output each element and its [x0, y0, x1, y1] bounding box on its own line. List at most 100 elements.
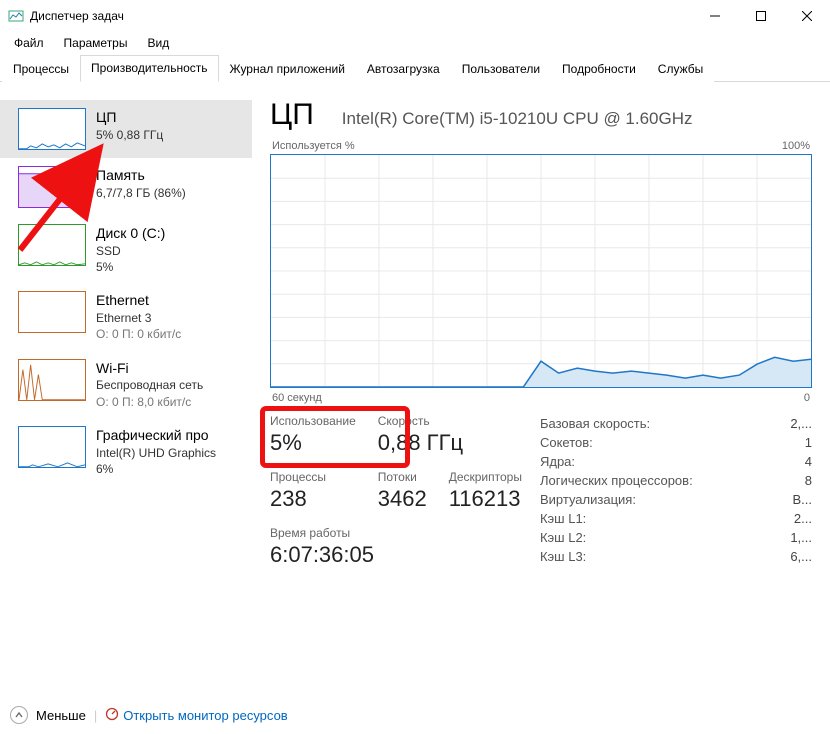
tab-performance[interactable]: Производительность: [80, 55, 218, 82]
tab-startup[interactable]: Автозагрузка: [356, 56, 451, 82]
gpu-title: Графический про: [96, 426, 216, 445]
tab-app-history[interactable]: Журнал приложений: [219, 56, 356, 82]
memory-thumb: [18, 166, 86, 208]
gpu-sub2: 6%: [96, 461, 216, 477]
sidebar-item-wifi[interactable]: Wi-Fi Беспроводная сеть О: 0 П: 8,0 кбит…: [0, 351, 252, 418]
stat-threads: Потоки 3462: [378, 470, 427, 512]
wifi-sub1: Беспроводная сеть: [96, 377, 203, 393]
l3-label: Кэш L3:: [540, 547, 765, 566]
handles-label: Дескрипторы: [449, 470, 522, 484]
fewer-details-button[interactable]: Меньше: [36, 708, 86, 723]
menubar: Файл Параметры Вид: [0, 32, 830, 54]
content-area: ЦП 5% 0,88 ГГц Память 6,7/7,8 ГБ (86%) Д…: [0, 82, 830, 682]
l3-value: 6,...: [765, 547, 812, 566]
cpu-sub: 5% 0,88 ГГц: [96, 127, 163, 143]
chart-label-bottomright: 0: [804, 392, 810, 404]
processes-label: Процессы: [270, 470, 356, 484]
threads-value: 3462: [378, 486, 427, 512]
tab-processes[interactable]: Процессы: [2, 56, 80, 82]
sidebar-item-cpu[interactable]: ЦП 5% 0,88 ГГц: [0, 100, 252, 158]
open-resmon-link[interactable]: Открыть монитор ресурсов: [105, 707, 287, 724]
processes-value: 238: [270, 486, 356, 512]
chart-label-topleft: Используется %: [272, 140, 355, 152]
usage-value: 5%: [270, 430, 356, 456]
cpu-thumb: [18, 108, 86, 150]
sidebar-item-gpu[interactable]: Графический про Intel(R) UHD Graphics 6%: [0, 418, 252, 485]
menu-options[interactable]: Параметры: [56, 34, 136, 52]
disk-sub2: 5%: [96, 259, 165, 275]
disk-thumb: [18, 224, 86, 266]
l1-label: Кэш L1:: [540, 509, 765, 528]
menu-view[interactable]: Вид: [139, 34, 177, 52]
base-speed-value: 2,...: [765, 414, 812, 433]
sidebar-item-ethernet[interactable]: Ethernet Ethernet 3 О: 0 П: 0 кбит/с: [0, 283, 252, 350]
stat-usage: Использование 5%: [270, 414, 356, 456]
uptime-label: Время работы: [270, 526, 522, 540]
l2-label: Кэш L2:: [540, 528, 765, 547]
virt-value: В...: [765, 490, 812, 509]
ethernet-title: Ethernet: [96, 291, 181, 310]
cores-value: 4: [765, 452, 812, 471]
system-info: Базовая скорость:2,... Сокетов:1 Ядра:4 …: [540, 414, 812, 568]
stat-handles: Дескрипторы 116213: [449, 470, 522, 512]
sockets-label: Сокетов:: [540, 433, 765, 452]
tab-users[interactable]: Пользователи: [451, 56, 551, 82]
threads-label: Потоки: [378, 470, 427, 484]
chart-label-topright: 100%: [782, 140, 810, 152]
stats-area: Использование 5% Скорость 0,88 ГГц Проце…: [270, 414, 812, 568]
cpu-title: ЦП: [96, 108, 163, 127]
ethernet-sub1: Ethernet 3: [96, 310, 181, 326]
sidebar-item-memory[interactable]: Память 6,7/7,8 ГБ (86%): [0, 158, 252, 216]
stat-processes: Процессы 238: [270, 470, 356, 512]
gpu-sub1: Intel(R) UHD Graphics: [96, 445, 216, 461]
stats-left: Использование 5% Скорость 0,88 ГГц Проце…: [270, 414, 522, 568]
stat-speed: Скорость 0,88 ГГц: [378, 414, 522, 456]
chart-label-bottomleft: 60 секунд: [272, 392, 322, 404]
main-panel: ЦП Intel(R) Core(TM) i5-10210U CPU @ 1.6…: [252, 82, 830, 682]
ethernet-sub2: О: 0 П: 0 кбит/с: [96, 326, 181, 342]
sidebar-item-disk[interactable]: Диск 0 (C:) SSD 5%: [0, 216, 252, 283]
ethernet-thumb: [18, 291, 86, 333]
gpu-thumb: [18, 426, 86, 468]
uptime-value: 6:07:36:05: [270, 542, 522, 568]
wifi-title: Wi-Fi: [96, 359, 203, 378]
cpu-model: Intel(R) Core(TM) i5-10210U CPU @ 1.60GH…: [342, 109, 693, 129]
titlebar: Диспетчер задач: [0, 0, 830, 32]
performance-sidebar: ЦП 5% 0,88 ГГц Память 6,7/7,8 ГБ (86%) Д…: [0, 82, 252, 682]
separator: |: [94, 708, 97, 723]
wifi-sub2: О: 0 П: 8,0 кбит/с: [96, 394, 203, 410]
sockets-value: 1: [765, 433, 812, 452]
disk-sub1: SSD: [96, 243, 165, 259]
close-button[interactable]: [784, 0, 830, 32]
chevron-up-icon[interactable]: [10, 706, 28, 724]
l1-value: 2...: [765, 509, 812, 528]
window-title: Диспетчер задач: [30, 9, 692, 23]
l2-value: 1,...: [765, 528, 812, 547]
resmon-icon: [105, 707, 119, 724]
wifi-thumb: [18, 359, 86, 401]
cpu-usage-chart: [270, 154, 812, 388]
base-speed-label: Базовая скорость:: [540, 414, 765, 433]
maximize-button[interactable]: [738, 0, 784, 32]
handles-value: 116213: [449, 486, 522, 512]
tab-details[interactable]: Подробности: [551, 56, 647, 82]
tab-strip: Процессы Производительность Журнал прило…: [0, 54, 830, 82]
menu-file[interactable]: Файл: [6, 34, 52, 52]
resmon-label: Открыть монитор ресурсов: [123, 708, 287, 723]
tab-services[interactable]: Службы: [647, 56, 714, 82]
app-icon: [8, 8, 24, 24]
logical-label: Логических процессоров:: [540, 471, 765, 490]
memory-sub: 6,7/7,8 ГБ (86%): [96, 185, 186, 201]
footer: Меньше | Открыть монитор ресурсов: [10, 706, 288, 724]
window-controls: [692, 0, 830, 32]
virt-label: Виртуализация:: [540, 490, 765, 509]
speed-label: Скорость: [378, 414, 522, 428]
minimize-button[interactable]: [692, 0, 738, 32]
disk-title: Диск 0 (C:): [96, 224, 165, 243]
page-title: ЦП: [270, 98, 314, 132]
cores-label: Ядра:: [540, 452, 765, 471]
logical-value: 8: [765, 471, 812, 490]
speed-value: 0,88 ГГц: [378, 430, 522, 456]
memory-title: Память: [96, 166, 186, 185]
stat-uptime: Время работы 6:07:36:05: [270, 526, 522, 568]
